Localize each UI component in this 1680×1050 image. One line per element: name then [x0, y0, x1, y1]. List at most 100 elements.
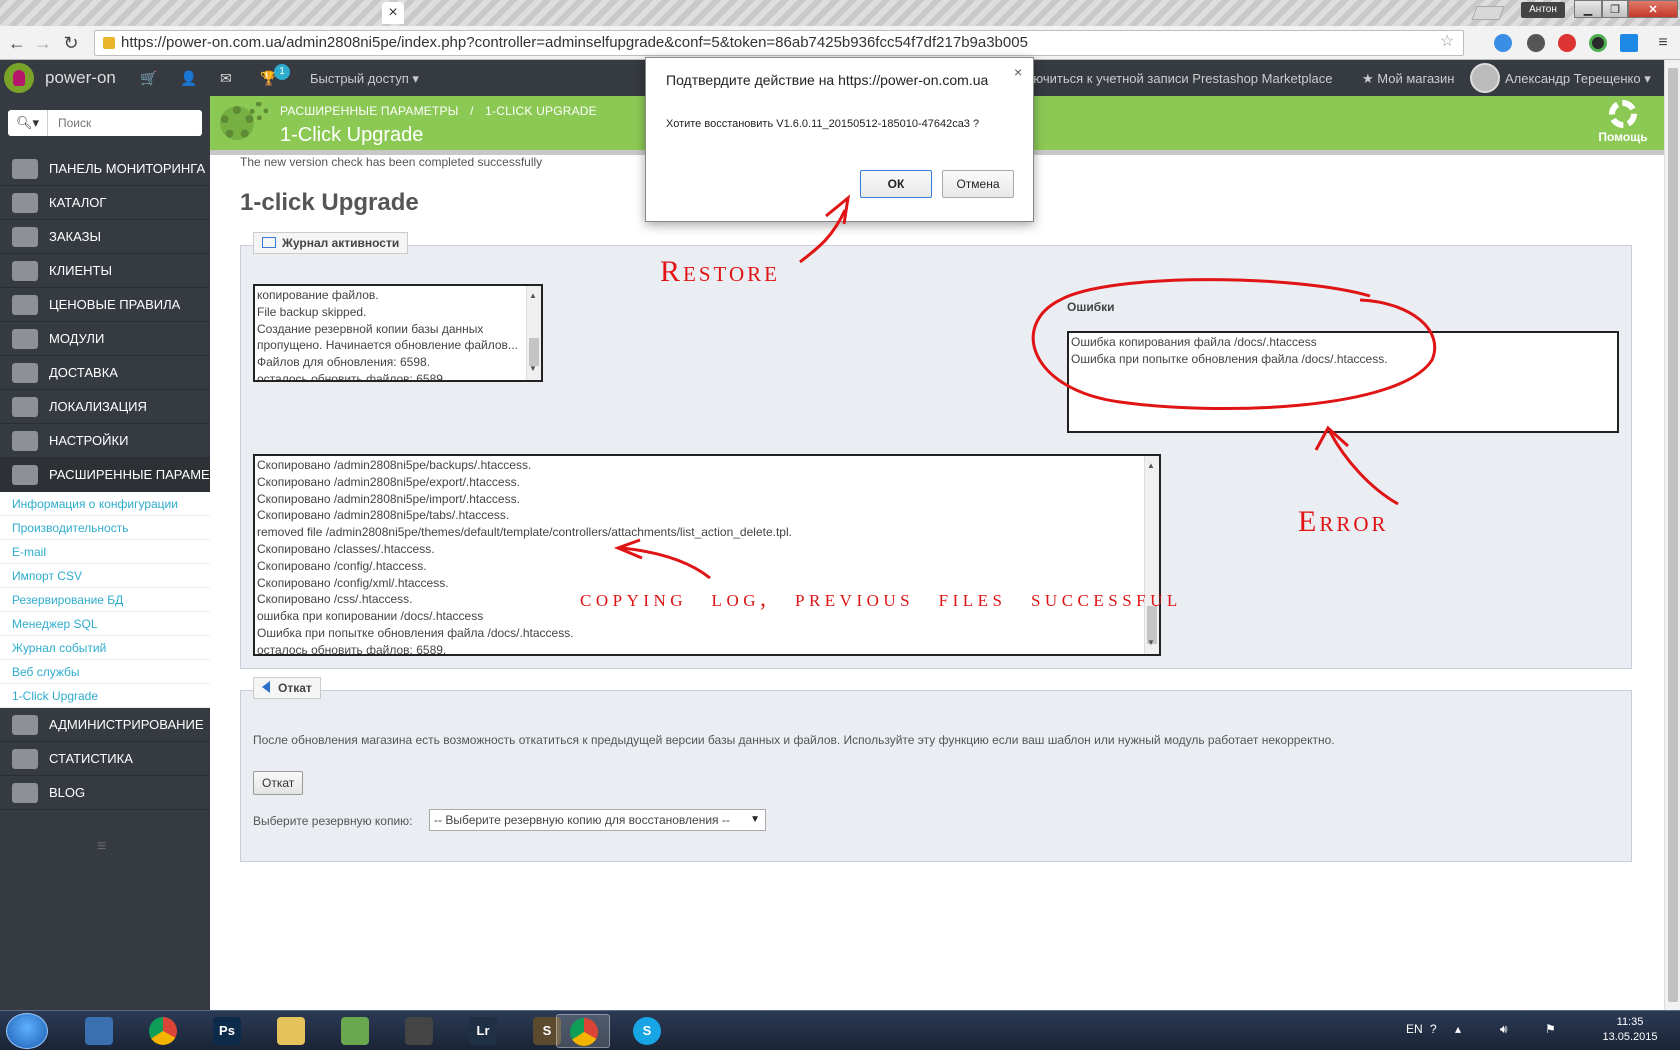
sidebar-item[interactable]: ПАНЕЛЬ МОНИТОРИНГА [0, 152, 210, 186]
avatar[interactable] [1470, 63, 1500, 93]
dropdown-arrow-icon: ▼ [750, 814, 760, 825]
lock-icon [103, 37, 115, 49]
breadcrumb-upgrade[interactable]: 1-CLICK UPGRADE [485, 104, 597, 118]
taskbar-app[interactable] [392, 1014, 446, 1048]
sidebar-item[interactable]: ЦЕНОВЫЕ ПРАВИЛА [0, 288, 210, 322]
explorer-icon [277, 1017, 305, 1045]
user-menu[interactable]: Александр Терещенко ▾ [1505, 71, 1651, 87]
taskbar-app[interactable] [72, 1014, 126, 1048]
sidebar-item[interactable]: РАСШИРЕННЫЕ ПАРАМЕ... [0, 458, 210, 492]
help-icon[interactable]: ? [1430, 1022, 1437, 1036]
errors-title: Ошибки [1067, 300, 1115, 314]
sidebar-item[interactable]: BLOG [0, 776, 210, 810]
search-icon[interactable]: 🔍︎▾ [8, 110, 48, 136]
photoshop-icon: Ps [213, 1017, 241, 1045]
speaker-icon[interactable]: 🔊︎ [1500, 1022, 1508, 1037]
taskbar-app[interactable]: Lr [456, 1014, 510, 1048]
tab-close-button[interactable]: × [382, 2, 404, 24]
log-line: Скопировано /classes/.htaccess. [257, 541, 435, 556]
window-user-badge[interactable]: Антон [1521, 2, 1565, 18]
clock[interactable]: 11:35 13.05.2015 [1598, 1015, 1662, 1045]
sidebar-item[interactable]: АДМИНИСТРИРОВАНИЕ [0, 708, 210, 742]
sidebar-collapse-icon[interactable]: ≡ [97, 838, 106, 856]
new-tab-button[interactable] [1471, 6, 1505, 20]
sidebar-item[interactable]: СТАТИСТИКА [0, 742, 210, 776]
search-input[interactable] [50, 110, 200, 136]
errors-box[interactable]: Ошибка копирования файла /docs/.htaccess… [1067, 331, 1619, 433]
envelope-icon[interactable]: ✉ [220, 70, 232, 87]
sidebar-subitem[interactable]: Журнал событий [0, 636, 210, 660]
prestashop-logo[interactable] [4, 63, 34, 93]
sidebar-subitem[interactable]: Информация о конфигурации [0, 492, 210, 516]
sidebar-item-label: ЗАКАЗЫ [49, 229, 101, 244]
sidebar-item-label: МОДУЛИ [49, 331, 105, 346]
back-icon[interactable]: ← [6, 32, 28, 54]
taskbar-app[interactable]: S [620, 1014, 674, 1048]
breadcrumb-advanced[interactable]: РАСШИРЕННЫЕ ПАРАМЕТРЫ [280, 104, 459, 118]
quick-access-menu[interactable]: Быстрый доступ ▾ [310, 71, 419, 87]
cart-icon[interactable]: 🛒 [140, 70, 157, 87]
close-icon[interactable]: × [1014, 64, 1022, 80]
taskbar-app[interactable] [136, 1014, 190, 1048]
taskbar-app[interactable]: Ps [200, 1014, 254, 1048]
sidebar-item[interactable]: ЛОКАЛИЗАЦИЯ [0, 390, 210, 424]
copy-log-box[interactable]: Скопировано /admin2808ni5pe/backups/.hta… [253, 454, 1161, 656]
adblock-icon[interactable] [1558, 34, 1576, 52]
my-shop-link[interactable]: ★ Мой магазин [1362, 71, 1454, 87]
user-icon[interactable]: 👤 [180, 70, 197, 87]
window-minimize-button[interactable]: ▁ [1574, 0, 1602, 18]
taskbar: Ps Lr S S EN ? ▴ 🔊︎ ⚑ 11:35 13.05.2015 [0, 1010, 1680, 1050]
sidebar-subitem[interactable]: Менеджер SQL [0, 612, 210, 636]
page-scrollbar[interactable] [1664, 60, 1680, 1010]
help-button[interactable]: Помощь [1588, 100, 1658, 144]
menu-icon[interactable]: ≡ [1652, 32, 1674, 54]
progress-log-scrollbar[interactable]: ▲ ▼ [526, 286, 541, 380]
taskbar-app[interactable] [328, 1014, 382, 1048]
sidebar-subitem[interactable]: 1-Click Upgrade [0, 684, 210, 708]
window-maximize-button[interactable]: ❐ [1602, 0, 1628, 18]
address-bar[interactable]: https://power-on.com.ua/admin2808ni5pe/i… [94, 30, 1464, 56]
sidebar-item[interactable]: КАТАЛОГ [0, 186, 210, 220]
sidebar-item[interactable]: КЛИЕНТЫ [0, 254, 210, 288]
sidebar-subitem[interactable]: Импорт CSV [0, 564, 210, 588]
network-icon[interactable]: ▴ [1455, 1022, 1461, 1036]
wrench-icon [12, 431, 38, 451]
activity-log-legend: Журнал активности [253, 232, 409, 254]
sidebar-item[interactable]: МОДУЛИ [0, 322, 210, 356]
copy-log-scrollbar[interactable]: ▲ ▼ [1144, 456, 1159, 654]
sidebar-subitem[interactable]: Веб службы [0, 660, 210, 684]
rollback-button[interactable]: Откат [253, 771, 304, 795]
forward-icon[interactable]: → [32, 32, 54, 54]
bookmark-star-icon[interactable]: ☆ [1440, 31, 1454, 51]
backup-select[interactable]: -- Выберите резервную копию для восстано… [429, 809, 766, 831]
sidebar-item-label: НАСТРОЙКИ [49, 433, 129, 448]
sidebar-subitem[interactable]: E-mail [0, 540, 210, 564]
taskbar-app[interactable] [556, 1014, 610, 1048]
window-close-button[interactable]: ✕ [1628, 0, 1678, 18]
taskbar-app[interactable] [264, 1014, 318, 1048]
chrome-icon [149, 1017, 177, 1045]
marketplace-link[interactable]: ключиться к учетной записи Prestashop Ma… [1020, 71, 1332, 86]
progress-log-box[interactable]: копирование файлов. File backup skipped. С… [253, 284, 543, 382]
ok-button[interactable]: ОК [860, 170, 932, 198]
extension-icon[interactable] [1620, 34, 1638, 52]
sidebar-item-label: BLOG [49, 785, 86, 800]
cancel-button[interactable]: Отмена [942, 170, 1014, 198]
color-picker-icon[interactable] [1589, 34, 1607, 52]
sidebar-item[interactable]: НАСТРОЙКИ [0, 424, 210, 458]
browser-toolbar: ← → ↻ https://power-on.com.ua/admin2808n… [0, 26, 1680, 60]
log-line: осталось обновить файлов: 6589. [257, 642, 447, 656]
sidebar-subitem[interactable]: Производительность [0, 516, 210, 540]
reload-icon[interactable]: ↻ [60, 32, 82, 54]
sidebar-item[interactable]: ДОСТАВКА [0, 356, 210, 390]
cloud-icon[interactable] [1494, 34, 1512, 52]
flag-icon[interactable]: ⚑ [1545, 1022, 1556, 1036]
language-indicator[interactable]: EN [1406, 1022, 1423, 1036]
start-button[interactable] [6, 1013, 48, 1049]
credit-card-icon [12, 227, 38, 247]
sidebar-item[interactable]: ЗАКАЗЫ [0, 220, 210, 254]
shop-name[interactable]: power-on [45, 68, 116, 88]
sidebar-subitem[interactable]: Резервирование БД [0, 588, 210, 612]
clef-icon[interactable] [1527, 34, 1545, 52]
gears-icon [12, 465, 38, 485]
